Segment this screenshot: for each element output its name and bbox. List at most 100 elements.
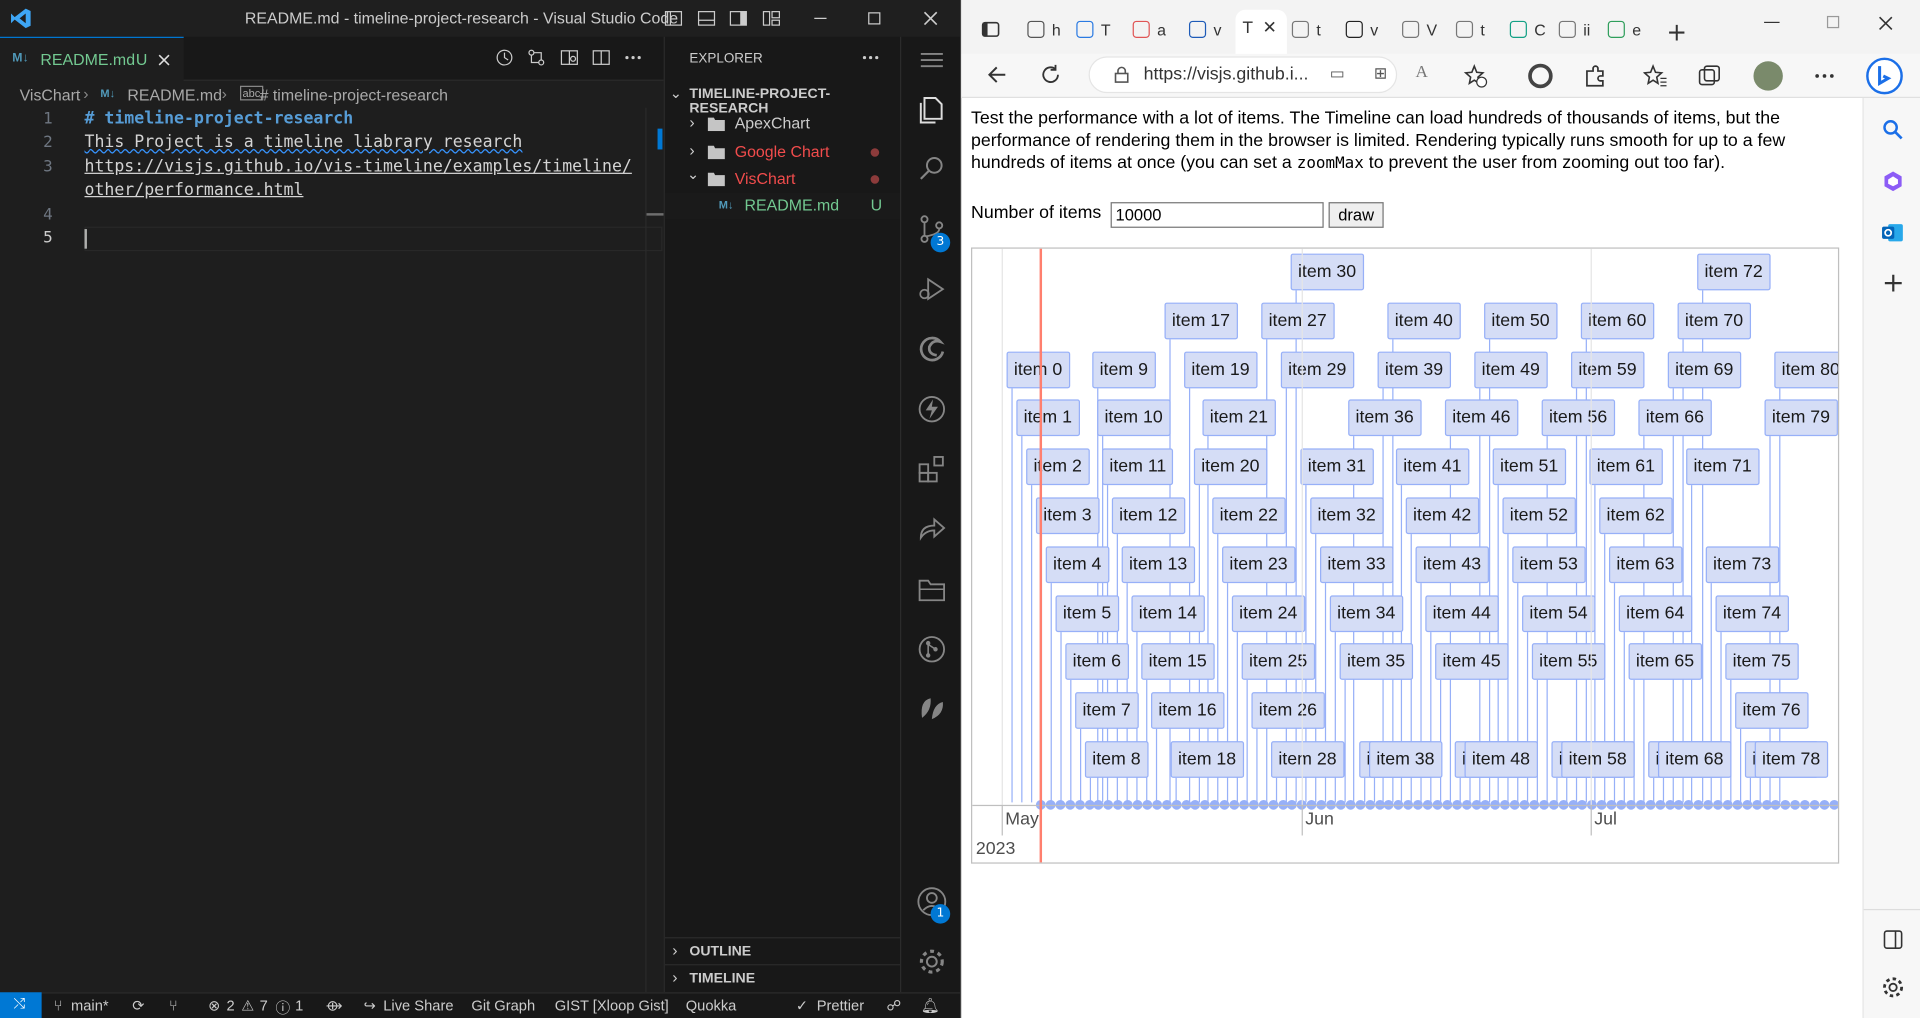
timeline-item[interactable]: item 33 (1320, 546, 1393, 583)
timeline-item[interactable]: item 40 (1387, 302, 1461, 340)
timeline-item[interactable]: item 70 (1677, 302, 1751, 340)
read-aloud-icon[interactable]: A (1416, 64, 1428, 84)
copilot-bing-icon[interactable] (1865, 56, 1904, 95)
timeline-item[interactable]: item 1 (1016, 399, 1080, 437)
timeline-item[interactable]: item 56 (1541, 399, 1615, 437)
browser-tab[interactable]: v (1188, 12, 1226, 46)
timeline-item[interactable]: item 72 (1697, 253, 1771, 291)
browser-tab[interactable]: h (1027, 12, 1064, 46)
minimize-button[interactable]: — (1763, 12, 1780, 32)
folder-apexchart[interactable]: › ApexChart (665, 110, 901, 137)
status-prettier[interactable]: Prettier (817, 997, 864, 1014)
outline-section[interactable]: › OUTLINE (664, 937, 902, 964)
timeline-section[interactable]: › TIMELINE (664, 964, 902, 991)
timeline-item[interactable]: item 50 (1484, 302, 1558, 340)
browser-tab[interactable]: T (1076, 12, 1113, 46)
git-graph-icon[interactable] (916, 633, 948, 665)
timeline-item[interactable]: item 24 (1231, 594, 1305, 632)
git-icon[interactable]: ⑂ (169, 997, 178, 1014)
timeline-item[interactable]: item 26 (1251, 692, 1325, 730)
timeline-item[interactable]: item 41 (1395, 448, 1469, 486)
close-tab-icon[interactable] (157, 53, 172, 68)
timeline-item[interactable]: item 71 (1686, 448, 1760, 486)
browser-tab[interactable]: v (1345, 12, 1383, 46)
timeline-item[interactable]: item 68 (1657, 741, 1731, 778)
hide-sidebar-icon[interactable] (1882, 929, 1904, 951)
status-git-graph[interactable]: Git Graph (471, 997, 535, 1014)
search-icon[interactable] (916, 153, 948, 185)
more-actions-icon[interactable] (612, 39, 654, 76)
timeline-item[interactable]: item 12 (1111, 497, 1185, 535)
live-share-icon[interactable] (916, 513, 948, 545)
timeline-item[interactable]: item 25 (1241, 643, 1315, 681)
timeline-item[interactable]: item 32 (1310, 497, 1384, 535)
refresh-icon[interactable] (1040, 64, 1062, 86)
timeline-item[interactable]: item 3 (1035, 497, 1099, 535)
qr-icon[interactable]: ⊞ (1374, 65, 1387, 83)
timeline-item[interactable]: item 0 (1006, 351, 1070, 388)
timeline-item[interactable]: item 22 (1212, 497, 1286, 535)
timeline-item[interactable]: item 58 (1561, 741, 1635, 778)
timeline-item[interactable]: item 6 (1065, 643, 1129, 681)
profile-avatar[interactable] (1753, 61, 1783, 91)
timeline-item[interactable]: item 63 (1608, 546, 1682, 583)
search-icon[interactable] (1881, 118, 1905, 143)
timeline-item[interactable]: item 13 (1121, 546, 1195, 583)
back-icon[interactable] (986, 64, 1008, 86)
timeline-item[interactable]: item 80 (1774, 351, 1838, 388)
status-branch[interactable]: main* (71, 997, 109, 1014)
project-root[interactable]: ⌄ TIMELINE-PROJECT-RESEARCH (665, 82, 901, 117)
timeline-item[interactable]: item 20 (1193, 448, 1267, 486)
timeline-item[interactable]: item 79 (1764, 399, 1838, 437)
status-warnings[interactable]: 7 (260, 997, 268, 1014)
timeline-item[interactable]: item 35 (1339, 643, 1413, 681)
status-live-share[interactable]: Live Share (383, 997, 453, 1014)
timeline-item[interactable]: item 44 (1425, 594, 1499, 632)
timeline-item[interactable]: item 43 (1415, 546, 1489, 583)
timeline-item[interactable]: item 14 (1131, 594, 1205, 632)
explorer-icon[interactable] (916, 94, 948, 126)
close-window-button[interactable] (906, 0, 955, 37)
status-quokka[interactable]: Quokka (686, 997, 737, 1014)
error-icon[interactable]: ⊗ (208, 997, 220, 1014)
folder-google-chart[interactable]: › Google Chart (665, 138, 901, 165)
timeline-item[interactable]: item 2 (1026, 448, 1090, 486)
sidebar-settings-gear-icon[interactable] (1881, 975, 1905, 1000)
menu-icon[interactable] (916, 44, 948, 76)
minimize-button[interactable] (796, 0, 845, 37)
browser-tab[interactable]: C (1509, 12, 1547, 46)
timeline-item[interactable]: item 61 (1589, 448, 1663, 486)
code-line-link[interactable]: https://visjs.github.io/vis-timeline/exa… (84, 157, 631, 177)
outlook-icon[interactable] (1881, 221, 1905, 246)
folder-vischart[interactable]: ⌄ VisChart (665, 165, 901, 192)
tab-readme[interactable]: M↓ README.md U (0, 36, 184, 81)
timeline-item[interactable]: item 48 (1464, 741, 1538, 778)
notifications-icon[interactable]: 🔔︎ (921, 997, 940, 1014)
settings-gear-icon[interactable] (916, 946, 948, 978)
close-tab-icon[interactable]: ✕ (1262, 18, 1276, 38)
extensions-puzzle-icon[interactable] (1583, 64, 1607, 89)
scrollbar-track[interactable] (645, 107, 647, 993)
maximize-button[interactable] (1826, 15, 1841, 30)
sync-icon[interactable]: ⟳ (132, 997, 144, 1014)
timeline-item[interactable]: item 51 (1492, 448, 1566, 486)
timeline-item[interactable]: item 65 (1628, 643, 1702, 681)
feedback-icon[interactable]: ☍ (887, 997, 902, 1014)
status-errors[interactable]: 2 (227, 997, 235, 1014)
code-line-link[interactable]: other/performance.html (84, 180, 303, 200)
timeline-item[interactable]: item 31 (1300, 448, 1374, 486)
timeline-item[interactable]: item 27 (1261, 302, 1335, 340)
breadcrumb-file[interactable]: README.md (127, 86, 222, 104)
timeline-item[interactable]: item 66 (1638, 399, 1712, 437)
timeline-item[interactable]: item 34 (1329, 594, 1403, 632)
timeline-item[interactable]: item 11 (1102, 448, 1174, 486)
breadcrumb-folder[interactable]: VisChart (20, 86, 81, 104)
collections-icon[interactable] (1697, 64, 1721, 89)
leaf-icon[interactable] (916, 693, 948, 725)
timeline-item[interactable]: item 15 (1141, 643, 1215, 681)
timeline-item[interactable]: item 16 (1151, 692, 1224, 730)
timeline-item[interactable]: item 53 (1512, 546, 1586, 583)
timeline-item[interactable]: item 5 (1055, 594, 1119, 632)
remote-indicator[interactable]: ⤭ (0, 992, 42, 1018)
timeline-item[interactable]: item 28 (1271, 741, 1344, 778)
